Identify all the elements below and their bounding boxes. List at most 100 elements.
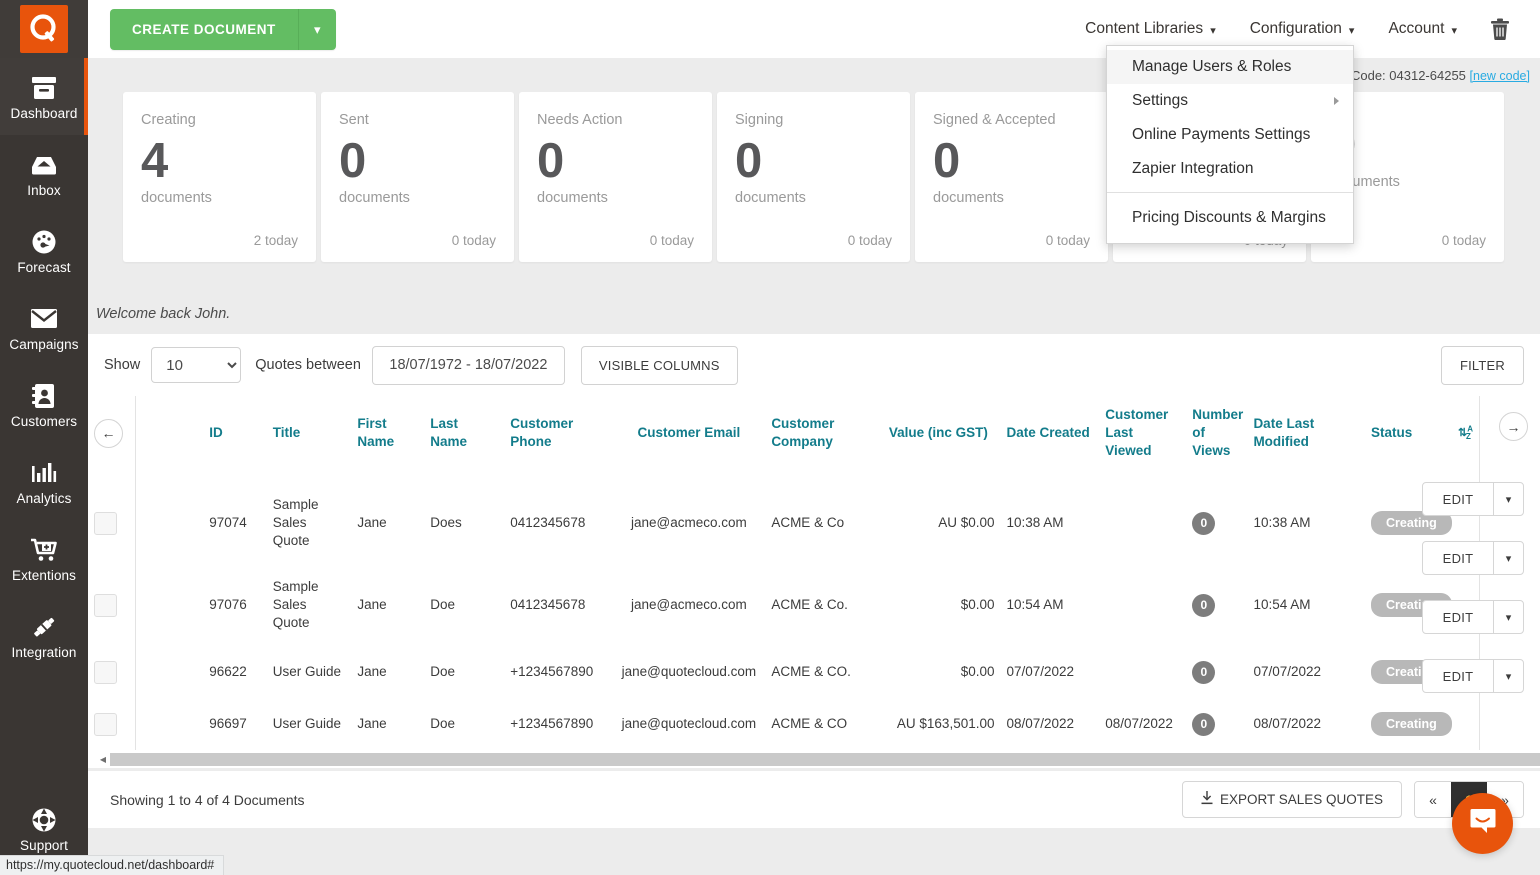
row-checkbox-cell — [88, 482, 135, 564]
row-action-group: EDIT ▾ — [1422, 600, 1524, 634]
chat-bubble-button[interactable] — [1452, 793, 1513, 854]
nav-account[interactable]: Account ▾ — [1371, 0, 1474, 58]
sidebar-item-inbox[interactable]: Inbox — [0, 135, 88, 212]
header-last-name[interactable]: Last Name — [424, 396, 504, 482]
cell-last-modified: 07/07/2022 — [1247, 646, 1365, 698]
row-checkbox[interactable] — [94, 512, 117, 535]
chevron-down-icon: ▾ — [1451, 24, 1457, 37]
inbox-icon — [30, 150, 58, 180]
table-row[interactable]: 97074 Sample Sales Quote Jane Does 04123… — [88, 482, 1478, 564]
header-customer-phone[interactable]: Customer Phone — [504, 396, 612, 482]
stat-card-signed-accepted[interactable]: Signed & Accepted 0 documents 0 today — [915, 92, 1108, 262]
header-customer-email[interactable]: Customer Email — [612, 396, 765, 482]
edit-button[interactable]: EDIT — [1423, 601, 1493, 633]
sidebar-item-campaigns[interactable]: Campaigns — [0, 289, 88, 366]
sidebar-item-integration[interactable]: Integration — [0, 597, 88, 674]
show-entries-select[interactable]: 10 25 50 100 — [151, 347, 241, 383]
scroll-left-button[interactable]: ← — [94, 419, 123, 448]
sidebar-item-forecast[interactable]: Forecast — [0, 212, 88, 289]
edit-button[interactable]: EDIT — [1423, 542, 1493, 574]
envelope-icon — [30, 304, 58, 334]
row-spacer — [135, 564, 203, 646]
cell-views: 0 — [1186, 564, 1247, 646]
cell-phone: 0412345678 — [504, 482, 612, 564]
sidebar-item-extentions[interactable]: Extentions — [0, 520, 88, 597]
card-unit: documents — [933, 190, 1090, 206]
stat-card-creating[interactable]: Creating 4 documents 2 today — [123, 92, 316, 262]
header-title[interactable]: Title — [267, 396, 352, 482]
nav-label: Content Libraries — [1085, 20, 1203, 38]
table-row[interactable]: 97076 Sample Sales Quote Jane Doe 041234… — [88, 564, 1478, 646]
menu-item-online-payments-settings[interactable]: Online Payments Settings — [1107, 118, 1353, 152]
sort-az-icon[interactable]: ⇅AZ — [1452, 396, 1478, 482]
cell-title: Sample Sales Quote — [267, 564, 352, 646]
horizontal-scrollbar[interactable]: ◀ — [96, 752, 1540, 767]
pagination-first[interactable]: « — [1415, 782, 1451, 817]
stat-card-sent[interactable]: Sent 0 documents 0 today — [321, 92, 514, 262]
header-customer-last-viewed[interactable]: Customer Last Viewed — [1099, 396, 1186, 482]
date-range-input[interactable]: 18/07/1972 - 18/07/2022 — [372, 346, 565, 385]
sidebar-item-dashboard[interactable]: Dashboard — [0, 58, 88, 135]
header-number-of-views[interactable]: Number of Views — [1186, 396, 1247, 482]
trash-icon[interactable] — [1474, 0, 1524, 58]
account-code: Code: 04312-64255 [new code] — [1351, 68, 1530, 83]
cell-title: User Guide — [267, 646, 352, 698]
chevron-down-icon[interactable]: ▾ — [298, 9, 336, 50]
nav-label: Account — [1388, 20, 1444, 38]
card-unit: documents — [339, 190, 496, 206]
stat-card-needs-action[interactable]: Needs Action 0 documents 0 today — [519, 92, 712, 262]
row-checkbox[interactable] — [94, 594, 117, 617]
header-value[interactable]: Value (inc GST) — [883, 396, 1001, 482]
cell-date-created: 08/07/2022 — [1001, 698, 1100, 750]
card-value: 4 — [141, 130, 298, 192]
edit-button[interactable]: EDIT — [1423, 660, 1493, 692]
visible-columns-button[interactable]: VISIBLE COLUMNS — [581, 346, 738, 385]
new-code-link[interactable]: [new code] — [1470, 69, 1530, 83]
row-spacer — [135, 482, 203, 564]
cell-email: jane@acmeco.com — [612, 482, 765, 564]
header-date-created[interactable]: Date Created — [1001, 396, 1100, 482]
sidebar-item-label: Campaigns — [9, 337, 78, 352]
row-checkbox[interactable] — [94, 661, 117, 684]
scrollbar-left-arrow[interactable]: ◀ — [96, 755, 110, 764]
menu-item-manage-users-roles[interactable]: Manage Users & Roles — [1107, 50, 1353, 84]
chevron-down-icon[interactable]: ▾ — [1493, 483, 1523, 515]
header-id[interactable]: ID — [203, 396, 267, 482]
row-checkbox[interactable] — [94, 713, 117, 736]
views-badge: 0 — [1192, 594, 1215, 617]
header-customer-company[interactable]: Customer Company — [765, 396, 883, 482]
export-sales-quotes-button[interactable]: EXPORT SALES QUOTES — [1182, 781, 1402, 818]
cell-date-created: 07/07/2022 — [1001, 646, 1100, 698]
scroll-right-button[interactable]: → — [1499, 412, 1528, 441]
edit-button[interactable]: EDIT — [1423, 483, 1493, 515]
menu-item-zapier-integration[interactable]: Zapier Integration — [1107, 152, 1353, 186]
cell-email: jane@quotecloud.com — [612, 646, 765, 698]
sidebar-item-analytics[interactable]: Analytics — [0, 443, 88, 520]
cell-status: Creating — [1365, 698, 1452, 750]
cell-last-viewed — [1099, 564, 1186, 646]
header-date-last-modified[interactable]: Date Last Modified — [1247, 396, 1365, 482]
table-row[interactable]: 96622 User Guide Jane Doe +1234567890 ja… — [88, 646, 1478, 698]
cell-company: ACME & Co. — [765, 564, 883, 646]
card-title: Needs Action — [537, 112, 694, 128]
cell-first-name: Jane — [351, 482, 424, 564]
stat-card-signing[interactable]: Signing 0 documents 0 today — [717, 92, 910, 262]
header-status[interactable]: Status — [1365, 396, 1452, 482]
chevron-down-icon[interactable]: ▾ — [1493, 542, 1523, 574]
scrollbar-thumb[interactable] — [110, 753, 1540, 766]
menu-item-settings[interactable]: Settings — [1107, 84, 1353, 118]
create-document-button[interactable]: CREATE DOCUMENT — [110, 9, 298, 50]
welcome-message: Welcome back John. — [96, 306, 230, 322]
show-label: Show — [104, 357, 140, 373]
header-first-name[interactable]: First Name — [351, 396, 424, 482]
row-spacer — [135, 646, 203, 698]
plug-icon — [30, 612, 58, 642]
chevron-down-icon[interactable]: ▾ — [1493, 601, 1523, 633]
sidebar-item-customers[interactable]: Customers — [0, 366, 88, 443]
cell-title: Sample Sales Quote — [267, 482, 352, 564]
app-logo[interactable] — [0, 0, 88, 58]
chevron-down-icon[interactable]: ▾ — [1493, 660, 1523, 692]
filter-button[interactable]: FILTER — [1441, 346, 1524, 385]
table-row[interactable]: 96697 User Guide Jane Doe +1234567890 ja… — [88, 698, 1478, 750]
menu-item-pricing-discounts-margins[interactable]: Pricing Discounts & Margins — [1107, 201, 1353, 239]
